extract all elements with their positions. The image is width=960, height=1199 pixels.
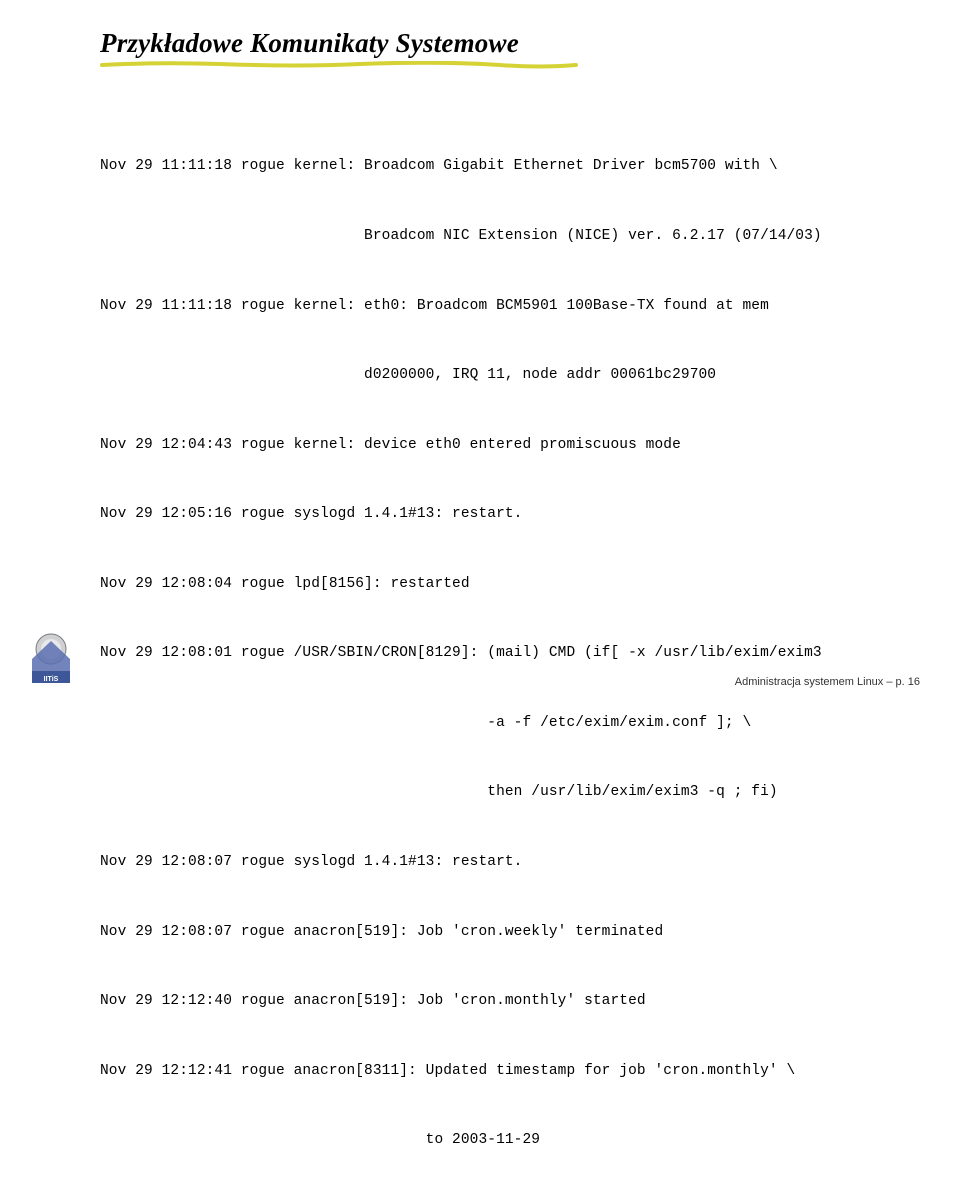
university-logo: IITiS: [20, 629, 82, 691]
log-line: -a -f /etc/exim/exim.conf ]; \: [100, 712, 910, 735]
page-title: Przykładowe Komunikaty Systemowe: [100, 28, 910, 59]
log-line: Nov 29 12:05:16 rogue syslogd 1.4.1#13: …: [100, 503, 910, 526]
log-content: Nov 29 11:11:18 rogue kernel: Broadcom G…: [100, 109, 910, 1199]
log-line: Nov 29 11:11:18 rogue kernel: Broadcom G…: [100, 155, 910, 178]
log-line: to 2003-11-29: [100, 1129, 910, 1152]
log-line: d0200000, IRQ 11, node addr 00061bc29700: [100, 364, 910, 387]
page-footer: Administracja systemem Linux – p. 16: [735, 676, 920, 688]
log-line: Nov 29 12:08:07 rogue anacron[519]: Job …: [100, 921, 910, 944]
log-line: Nov 29 11:11:18 rogue kernel: eth0: Broa…: [100, 295, 910, 318]
log-line: Nov 29 12:08:01 rogue /USR/SBIN/CRON[812…: [100, 642, 910, 665]
log-line: Nov 29 12:12:40 rogue anacron[519]: Job …: [100, 990, 910, 1013]
log-line: Nov 29 12:04:43 rogue kernel: device eth…: [100, 434, 910, 457]
log-line: Broadcom NIC Extension (NICE) ver. 6.2.1…: [100, 225, 910, 248]
log-line: Nov 29 12:08:07 rogue syslogd 1.4.1#13: …: [100, 851, 910, 874]
log-line: then /usr/lib/exim/exim3 -q ; fi): [100, 781, 910, 804]
log-line: Nov 29 12:12:41 rogue anacron[8311]: Upd…: [100, 1060, 910, 1083]
title-underline: [100, 61, 578, 69]
svg-text:IITiS: IITiS: [44, 676, 59, 683]
log-line: Nov 29 12:08:04 rogue lpd[8156]: restart…: [100, 573, 910, 596]
